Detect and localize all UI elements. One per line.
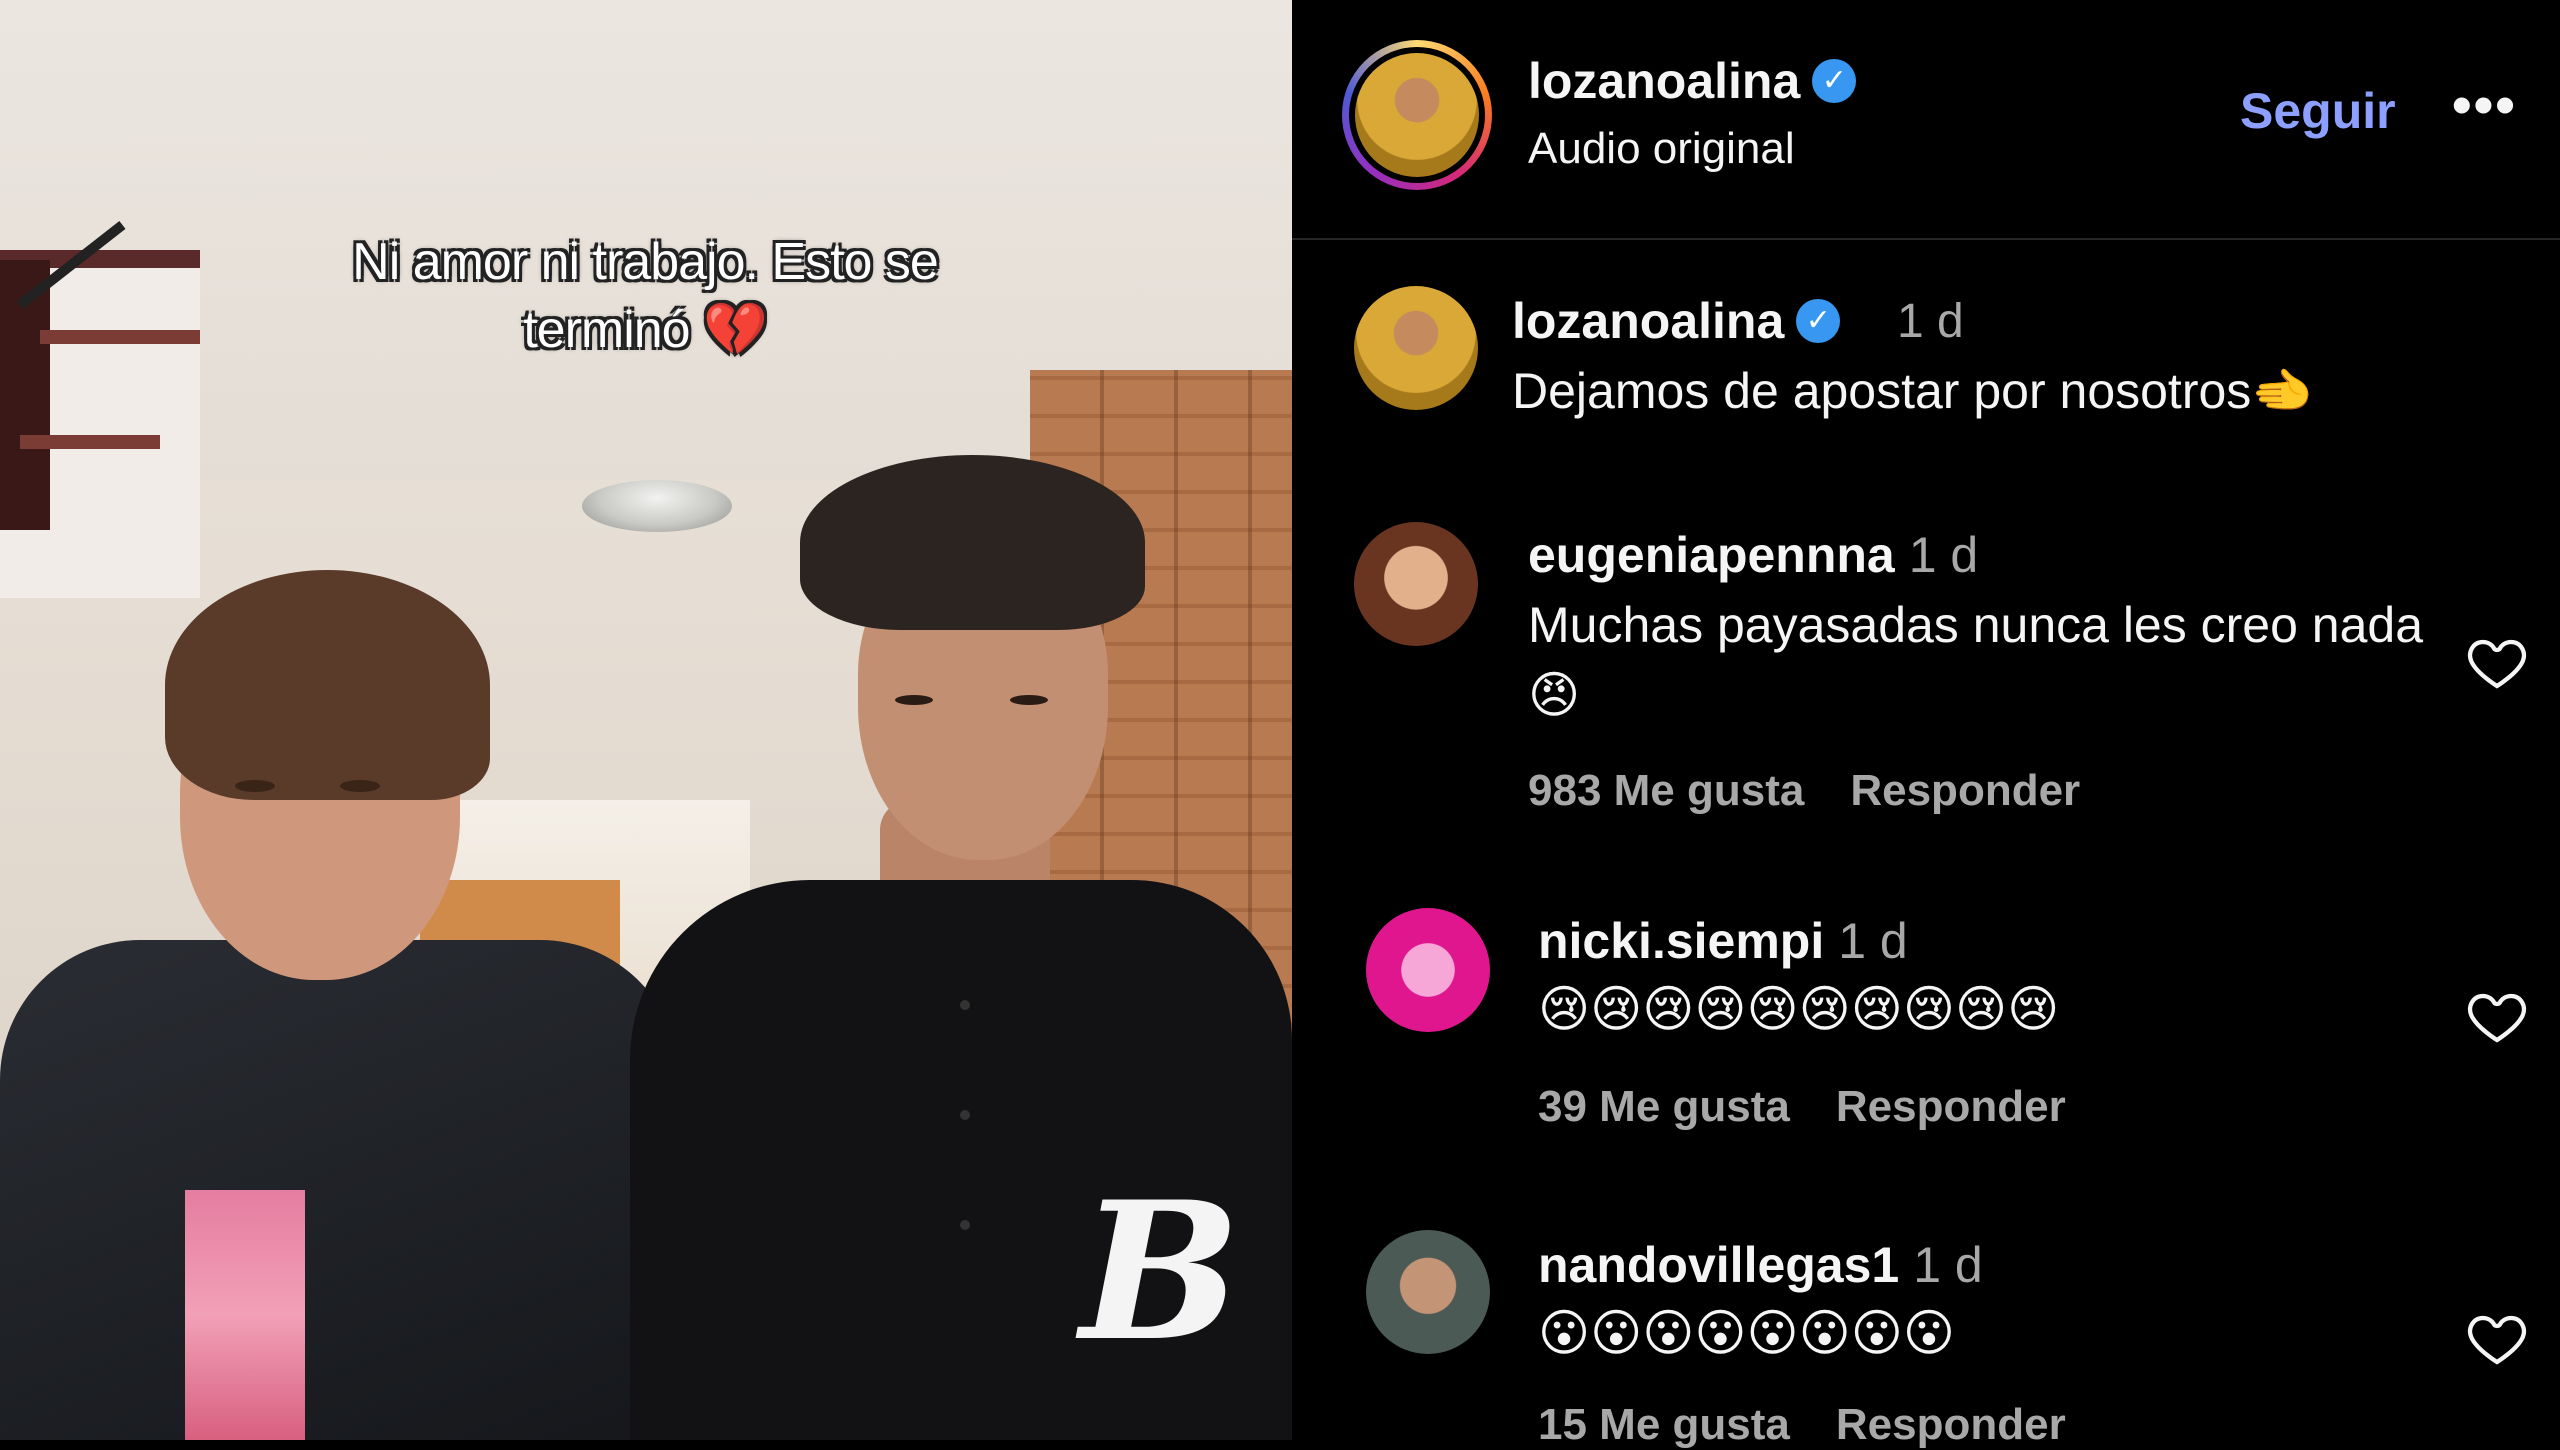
comment-avatar[interactable] (1366, 908, 1490, 1032)
comment-username[interactable]: nicki.siempi (1538, 913, 1824, 969)
author-username-row[interactable]: lozanoalina ✓ (1528, 52, 1857, 110)
reply-button[interactable]: Responder (1850, 766, 2080, 815)
comment-time[interactable]: 1 d (1909, 527, 1979, 583)
caption-time[interactable]: 1 d (1897, 294, 1964, 349)
reply-button[interactable]: Responder (1836, 1082, 2066, 1131)
heart-icon[interactable] (2465, 984, 2529, 1048)
comment-text: Muchas payasadas nunca les creo nada 😠 (1528, 597, 2424, 723)
caption-username[interactable]: lozanoalina (1512, 293, 1784, 349)
caption-username-row[interactable]: lozanoalina ✓ (1512, 292, 1841, 350)
author-avatar[interactable] (1342, 40, 1492, 190)
caption-avatar[interactable] (1354, 286, 1478, 410)
comments-panel: lozanoalina ✓ Audio original Seguir ••• l… (1292, 0, 2560, 1449)
comment-likes[interactable]: 15 Me gusta (1538, 1400, 1790, 1449)
more-options-icon[interactable]: ••• (2452, 72, 2517, 137)
post-header: lozanoalina ✓ Audio original Seguir ••• (1292, 0, 2560, 240)
comment-header: eugeniapennna 1 d (1528, 526, 1978, 584)
audio-link[interactable]: Audio original (1528, 124, 1795, 174)
comment-meta: 983 Me gusta Responder (1528, 766, 2126, 816)
reply-button[interactable]: Responder (1836, 1400, 2066, 1449)
follow-button[interactable]: Seguir (2240, 82, 2396, 140)
comment-text: 😮😮😮😮😮😮😮😮 (1538, 1305, 1955, 1361)
heart-icon[interactable] (2465, 1306, 2529, 1370)
comment-meta: 39 Me gusta Responder (1538, 1082, 2112, 1132)
author-username[interactable]: lozanoalina (1528, 53, 1800, 109)
woman-figure (0, 940, 680, 1440)
comment-username[interactable]: nandovillegas1 (1538, 1237, 1899, 1293)
comment-likes[interactable]: 39 Me gusta (1538, 1082, 1790, 1131)
ceiling-lamp (582, 480, 732, 532)
shirt-logo: B (1080, 1160, 1241, 1383)
comment-header: nicki.siempi 1 d (1538, 912, 1908, 970)
comment-username[interactable]: eugeniapennna (1528, 527, 1895, 583)
comment-likes[interactable]: 983 Me gusta (1528, 766, 1804, 815)
verified-badge-icon: ✓ (1812, 58, 1857, 103)
verified-badge-icon: ✓ (1796, 298, 1841, 343)
video-player[interactable]: B Ni amor ni trabajo. Esto se terminó 💔 (0, 0, 1292, 1440)
comment-text: 😢😢😢😢😢😢😢😢😢😢 (1538, 981, 2060, 1037)
comment-header: nandovillegas1 1 d (1538, 1236, 1983, 1294)
comment-time[interactable]: 1 d (1913, 1237, 1983, 1293)
comment-time[interactable]: 1 d (1838, 913, 1908, 969)
caption-text: Dejamos de apostar por nosotros🫲 (1512, 363, 2314, 419)
comment-meta: 15 Me gusta Responder (1538, 1400, 2112, 1450)
video-overlay-text: Ni amor ni trabajo. Esto se terminó 💔 (352, 233, 939, 359)
comment-avatar[interactable] (1366, 1230, 1490, 1354)
comment-avatar[interactable] (1354, 522, 1478, 646)
heart-icon[interactable] (2465, 630, 2529, 694)
